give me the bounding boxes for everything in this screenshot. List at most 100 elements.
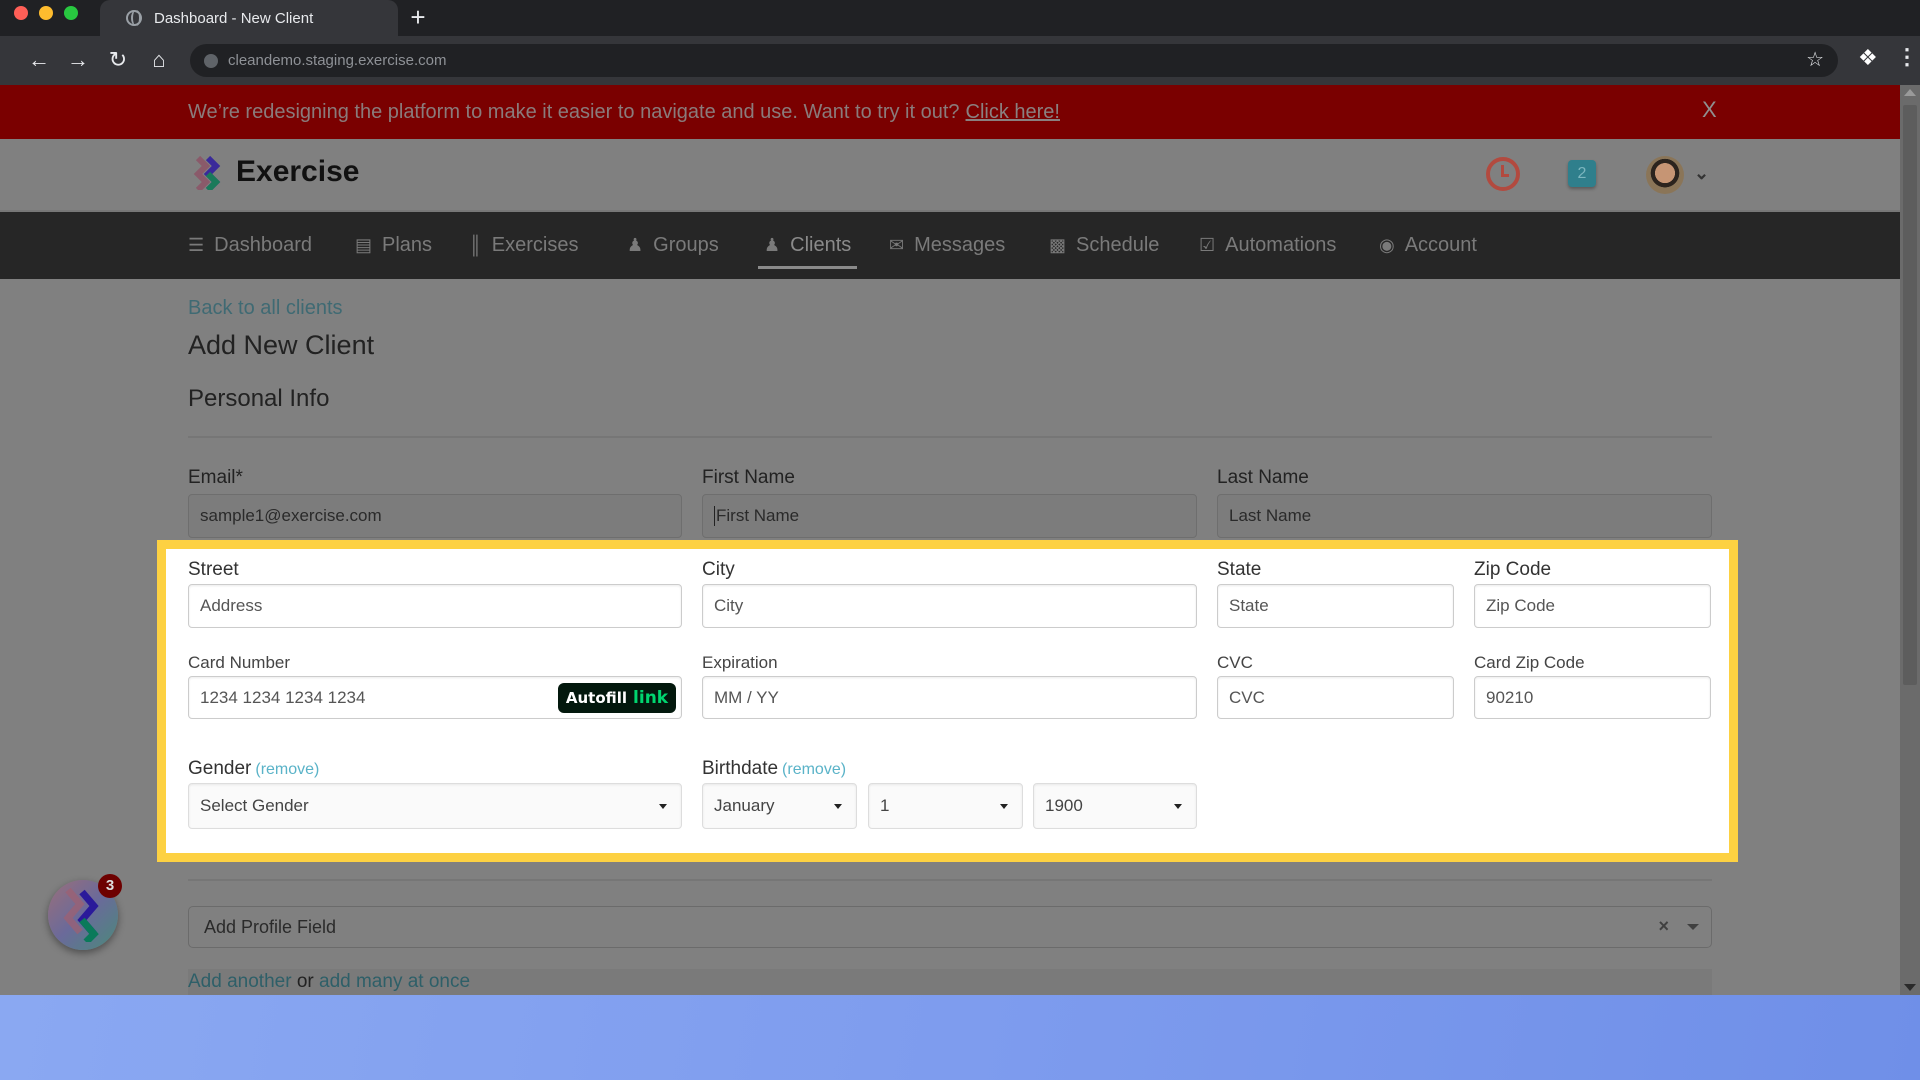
- scroll-down-arrow-icon[interactable]: [1904, 984, 1916, 991]
- address-bar[interactable]: cleandemo.staging.exercise.com ☆: [190, 44, 1838, 77]
- last-name-placeholder: Last Name: [1229, 506, 1312, 525]
- nav-messages[interactable]: ✉ Messages: [889, 212, 1005, 279]
- first-name-field[interactable]: First Name: [702, 494, 1197, 538]
- browser-menu-icon[interactable]: ⋮: [1896, 44, 1918, 70]
- city-field[interactable]: City: [702, 584, 1197, 628]
- city-placeholder: City: [714, 596, 744, 615]
- nav-clients[interactable]: ♟ Clients: [757, 212, 858, 279]
- birth-month-selected: January: [714, 796, 775, 815]
- link-brand: link: [633, 688, 669, 708]
- users-icon: ♟: [627, 235, 644, 255]
- site-info-icon[interactable]: [204, 53, 218, 68]
- birth-year-select[interactable]: 1900: [1033, 783, 1197, 829]
- nav-dashboard[interactable]: ☰ Dashboard: [188, 212, 312, 279]
- add-field-links: Add another or add many at once: [188, 969, 1712, 995]
- nav-groups[interactable]: ♟ Groups: [627, 212, 719, 279]
- caret-down-icon: [1174, 803, 1182, 809]
- notification-badge[interactable]: 2: [1568, 160, 1596, 187]
- banner-cta-link[interactable]: Click here!: [966, 101, 1060, 124]
- gender-label: Gender (remove): [188, 758, 319, 780]
- redesign-banner: We’re redesigning the platform to make i…: [0, 85, 1900, 139]
- first-name-placeholder: First Name: [716, 506, 800, 525]
- bookmark-star-icon[interactable]: ☆: [1806, 47, 1824, 72]
- state-field[interactable]: State: [1217, 584, 1454, 628]
- card-zip-field[interactable]: 90210: [1474, 676, 1711, 719]
- clear-icon[interactable]: ×: [1658, 916, 1669, 937]
- scroll-up-arrow-icon[interactable]: [1904, 89, 1916, 96]
- gender-select[interactable]: Select Gender: [188, 783, 682, 829]
- chevron-down-icon[interactable]: ⌄: [1694, 163, 1709, 184]
- birthdate-remove-link[interactable]: (remove): [782, 761, 846, 778]
- nav-label: Dashboard: [214, 234, 312, 256]
- close-window-button[interactable]: [14, 6, 28, 20]
- zip-label: Zip Code: [1474, 559, 1552, 580]
- scroll-thumb[interactable]: [1903, 105, 1917, 685]
- list-icon: ☰: [188, 235, 205, 255]
- nav-account[interactable]: ◉ Account: [1379, 212, 1477, 279]
- birth-day-select[interactable]: 1: [868, 783, 1023, 829]
- card-zip-label: Card Zip Code: [1474, 653, 1585, 672]
- envelope-icon: ✉: [889, 235, 905, 255]
- expiration-label: Expiration: [702, 653, 778, 672]
- cvc-placeholder: CVC: [1229, 687, 1265, 707]
- street-label: Street: [188, 559, 239, 580]
- nav-label: Account: [1404, 234, 1477, 256]
- card-number-field[interactable]: 1234 1234 1234 1234 Autofill link: [188, 676, 682, 719]
- birthdate-label-text: Birthdate: [702, 758, 779, 779]
- back-to-clients-link[interactable]: Back to all clients: [188, 297, 343, 320]
- nav-automations[interactable]: ☑ Automations: [1199, 212, 1336, 279]
- exercise-logo-icon[interactable]: [190, 156, 224, 190]
- clipboard-icon: ▤: [355, 235, 373, 255]
- last-name-field[interactable]: Last Name: [1217, 494, 1712, 538]
- gender-label-text: Gender: [188, 758, 252, 779]
- email-field[interactable]: sample1@exercise.com: [188, 494, 682, 538]
- minimize-window-button[interactable]: [39, 6, 53, 20]
- extensions-puzzle-icon[interactable]: ❖: [1858, 45, 1878, 71]
- back-arrow-icon[interactable]: ←: [25, 46, 53, 74]
- url-text: cleandemo.staging.exercise.com: [228, 52, 447, 69]
- first-name-label: First Name: [702, 467, 795, 488]
- divider: [188, 436, 1712, 438]
- caret-down-icon: [834, 803, 842, 809]
- caret-down-icon[interactable]: [1687, 924, 1699, 930]
- brand-name[interactable]: Exercise: [236, 155, 359, 189]
- section-title: Personal Info: [188, 385, 330, 412]
- banner-message: We’re redesigning the platform to make i…: [188, 100, 960, 123]
- forward-arrow-icon[interactable]: →: [64, 46, 92, 74]
- banner-close-button[interactable]: X: [1702, 97, 1717, 123]
- reload-icon[interactable]: ↻: [104, 46, 132, 74]
- nav-label: Messages: [914, 234, 1006, 256]
- street-placeholder: Address: [200, 596, 263, 615]
- new-tab-button[interactable]: +: [408, 2, 428, 32]
- birth-month-select[interactable]: January: [702, 783, 857, 829]
- nav-label: Groups: [653, 234, 719, 256]
- browser-tab[interactable]: Dashboard - New Client: [100, 0, 398, 36]
- nav-schedule[interactable]: ▩ Schedule: [1049, 212, 1159, 279]
- street-field[interactable]: Address: [188, 584, 682, 628]
- page-scrollbar[interactable]: [1900, 85, 1920, 995]
- add-another-link[interactable]: Add another: [188, 971, 292, 992]
- nav-exercises[interactable]: ║ Exercises: [469, 212, 578, 279]
- gender-remove-link[interactable]: (remove): [255, 761, 319, 778]
- user-avatar[interactable]: [1646, 156, 1684, 194]
- add-many-link[interactable]: add many at once: [319, 971, 470, 992]
- dumbbell-icon: ║: [469, 235, 482, 255]
- app-header: Exercise 2 ⌄: [0, 139, 1900, 212]
- profile-field-placeholder: Add Profile Field: [204, 916, 337, 937]
- add-profile-field-select[interactable]: Add Profile Field ×: [188, 906, 1712, 948]
- nav-label: Clients: [790, 234, 852, 256]
- home-icon[interactable]: ⌂: [145, 46, 173, 74]
- user-circle-icon: ◉: [1379, 235, 1395, 255]
- clock-icon[interactable]: [1486, 157, 1520, 191]
- zip-field[interactable]: Zip Code: [1474, 584, 1711, 628]
- book-icon: ▩: [1049, 235, 1067, 255]
- nav-label: Exercises: [491, 234, 579, 256]
- autofill-label: Autofill: [565, 689, 628, 707]
- cvc-field[interactable]: CVC: [1217, 676, 1454, 719]
- maximize-window-button[interactable]: [64, 6, 78, 20]
- expiration-field[interactable]: MM / YY: [702, 676, 1197, 719]
- autofill-link-button[interactable]: Autofill link: [558, 683, 676, 713]
- page-title: Add New Client: [188, 330, 375, 360]
- cvc-label: CVC: [1217, 653, 1253, 672]
- nav-plans[interactable]: ▤ Plans: [355, 212, 432, 279]
